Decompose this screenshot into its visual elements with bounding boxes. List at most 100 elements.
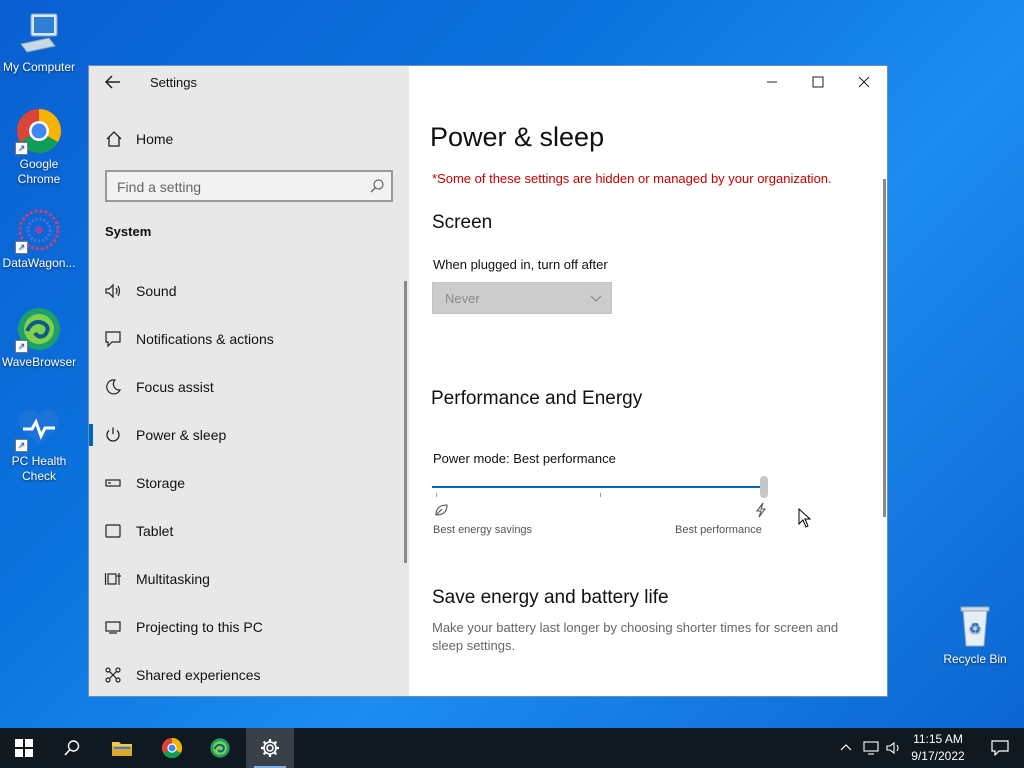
minimize-button[interactable] <box>749 66 795 98</box>
sidebar-item-tablet[interactable]: Tablet <box>89 507 409 555</box>
show-hidden-icons-button[interactable] <box>836 728 856 768</box>
sidebar-item-power-sleep[interactable]: Power & sleep <box>89 411 409 459</box>
minimize-icon <box>767 81 777 83</box>
sidebar-item-label: Projecting to this PC <box>136 619 263 635</box>
screen-timeout-dropdown[interactable]: Never <box>432 282 612 314</box>
search-input[interactable]: Find a setting <box>105 170 393 202</box>
sidebar-item-label: Tablet <box>136 523 174 539</box>
sidebar-nav: Sound Notifications & actions Focus assi… <box>89 267 409 696</box>
slider-tick <box>436 493 437 497</box>
gear-icon <box>261 739 279 757</box>
network-button[interactable] <box>860 728 882 768</box>
action-center-button[interactable] <box>976 728 1024 768</box>
desktop-icon-label: Google Chrome <box>17 157 61 186</box>
settings-window: Settings Home Find a setting System Soun… <box>88 65 888 697</box>
search-placeholder: Find a setting <box>117 179 202 195</box>
moon-icon <box>104 378 122 396</box>
leaf-icon <box>433 502 449 523</box>
maximize-icon <box>812 76 824 88</box>
taskbar-wavebrowser[interactable] <box>196 728 244 768</box>
health-heart-icon: ↗ <box>15 404 63 452</box>
slider-thumb[interactable] <box>760 476 768 498</box>
back-button[interactable] <box>101 70 125 94</box>
desktop-icon-datawagon[interactable]: ↗ DataWagon... <box>0 206 78 271</box>
storage-icon <box>104 474 122 492</box>
sidebar-item-label: Storage <box>136 475 186 491</box>
performance-heading: Performance and Energy <box>431 388 643 409</box>
close-button[interactable] <box>841 66 887 98</box>
wavebrowser-icon <box>210 738 230 758</box>
caption-buttons <box>749 66 887 98</box>
settings-sidebar: Settings Home Find a setting System Soun… <box>89 66 409 696</box>
shortcut-arrow-icon: ↗ <box>15 340 28 353</box>
taskbar-file-explorer[interactable] <box>98 728 146 768</box>
taskbar-chrome[interactable] <box>148 728 196 768</box>
sidebar-item-label: Shared experiences <box>136 667 261 683</box>
save-energy-heading: Save energy and battery life <box>432 587 669 608</box>
sidebar-item-shared-experiences[interactable]: Shared experiences <box>89 651 409 696</box>
projector-icon <box>104 618 122 636</box>
sidebar-item-label: Home <box>136 131 174 147</box>
message-icon <box>104 330 122 348</box>
section-label-system: System <box>105 224 152 239</box>
power-mode-label: Power mode: Best performance <box>433 451 616 466</box>
search-icon <box>64 740 80 756</box>
close-icon <box>858 76 870 88</box>
maximize-button[interactable] <box>795 66 841 98</box>
shortcut-arrow-icon: ↗ <box>15 439 28 452</box>
content-scrollbar[interactable] <box>883 179 886 517</box>
sidebar-item-label: Focus assist <box>136 379 214 395</box>
notification-icon <box>991 740 1009 756</box>
sidebar-item-sound[interactable]: Sound <box>89 267 409 315</box>
sidebar-item-label: Sound <box>136 283 177 299</box>
dropdown-value: Never <box>445 291 480 306</box>
desktop-icon-my-computer[interactable]: My Computer <box>0 10 78 75</box>
start-button[interactable] <box>0 728 48 768</box>
clock-date: 9/17/2022 <box>911 749 965 763</box>
sidebar-item-multitasking[interactable]: Multitasking <box>89 555 409 603</box>
desktop-icon-recycle-bin[interactable]: ♻ Recycle Bin <box>936 602 1014 667</box>
screen-heading: Screen <box>432 212 493 233</box>
sidebar-item-storage[interactable]: Storage <box>89 459 409 507</box>
desktop-icon-pc-health-check[interactable]: ↗ PC Health Check <box>0 404 78 484</box>
sidebar-item-label: Multitasking <box>136 571 210 587</box>
page-title: Power & sleep <box>430 122 605 152</box>
desktop-icon-google-chrome[interactable]: ↗ Google Chrome <box>0 107 78 187</box>
sidebar-scrollbar[interactable] <box>404 281 407 563</box>
power-mode-slider[interactable] <box>432 475 769 499</box>
svg-text:♻: ♻ <box>969 621 982 637</box>
slider-min-label: Best energy savings <box>433 524 533 536</box>
slider-max-label: Best performance <box>675 524 762 536</box>
taskbar-settings[interactable] <box>246 728 294 768</box>
desktop-icon-label: My Computer <box>2 60 76 74</box>
clock-button[interactable]: 11:15 AM 9/17/2022 <box>906 728 970 768</box>
sidebar-item-label: Power & sleep <box>136 427 227 443</box>
slider-track <box>432 486 762 488</box>
taskbar-search-button[interactable] <box>48 728 96 768</box>
wavebrowser-icon: ↗ <box>15 305 63 353</box>
mouse-cursor <box>798 507 812 528</box>
desktop-icon-label: Recycle Bin <box>943 652 1007 666</box>
sidebar-item-projecting[interactable]: Projecting to this PC <box>89 603 409 651</box>
folder-icon <box>112 742 132 756</box>
sidebar-item-home[interactable]: Home <box>89 122 409 156</box>
shortcut-arrow-icon: ↗ <box>15 241 28 254</box>
taskbar: 11:15 AM 9/17/2022 <box>0 728 1024 768</box>
home-icon <box>105 130 123 148</box>
lightning-icon <box>753 502 769 523</box>
desktop-icon-wavebrowser[interactable]: ↗ WaveBrowser <box>0 305 78 370</box>
network-icon <box>863 741 879 755</box>
sidebar-item-focus-assist[interactable]: Focus assist <box>89 363 409 411</box>
volume-button[interactable] <box>884 728 904 768</box>
tablet-icon <box>104 522 122 540</box>
chrome-icon <box>161 737 183 759</box>
desktop-icon-label: PC Health Check <box>11 454 67 483</box>
computer-icon <box>15 10 63 58</box>
search-icon[interactable] <box>369 178 385 194</box>
sidebar-item-notifications[interactable]: Notifications & actions <box>89 315 409 363</box>
back-arrow-icon <box>104 75 120 89</box>
power-icon <box>104 426 122 444</box>
speaker-icon <box>104 282 122 300</box>
sidebar-item-label: Notifications & actions <box>136 331 274 347</box>
plugged-in-label: When plugged in, turn off after <box>433 257 608 272</box>
